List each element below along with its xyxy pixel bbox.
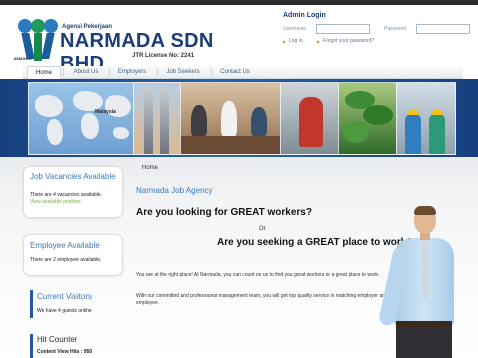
job-vacancies-box: Job Vacancies Available There are 4 vaca… (23, 166, 123, 218)
main-nav: Home About Us Employers Job Seekers Cont… (23, 66, 463, 79)
nav-divider (63, 68, 64, 76)
employee-available-box: Employee Available There are 2 employee … (23, 234, 123, 276)
breadcrumb[interactable]: Home (142, 165, 158, 171)
forgot-password-link[interactable]: Forgot your password? (323, 38, 374, 44)
password-input[interactable] (416, 24, 470, 34)
username-input[interactable] (316, 24, 370, 34)
employee-text: There are 2 employee available. (30, 257, 102, 263)
nav-home[interactable]: Home (27, 66, 61, 79)
people-logo-icon (18, 19, 58, 61)
vacancies-text: There are 4 vacancies available. (30, 192, 102, 198)
team-paragraph: With our committed and professional mana… (136, 293, 388, 306)
site-logo[interactable]: 698191-H Agensi Pekerjaan NARMADA SDN BH… (0, 5, 230, 75)
or-text: Or (259, 226, 266, 232)
world-map-image: Malaysia (28, 82, 135, 155)
counter-rule (30, 334, 33, 358)
view-positions-link[interactable]: View available position (30, 199, 81, 205)
construction-workers-image (396, 82, 456, 155)
employee-title: Employee Available (30, 241, 100, 250)
visitors-text: We have 4 guests online (37, 308, 92, 314)
vacancies-title: Job Vacancies Available (30, 172, 116, 181)
visitors-rule (30, 290, 33, 318)
nav-divider (211, 68, 212, 76)
login-link[interactable]: Log in (289, 38, 303, 44)
nav-about-us[interactable]: About Us (67, 67, 105, 77)
forgot-arrow-icon: ▶ (317, 39, 321, 44)
password-label: Password (384, 26, 406, 32)
businessman-image (377, 206, 462, 358)
registration-number: 698191-H (14, 56, 32, 61)
heading-workers: Are you looking for GREAT workers? (136, 207, 312, 218)
hit-counter-text: Content View Hits : 950 (37, 349, 93, 355)
nav-contact-us[interactable]: Contact Us (215, 67, 255, 77)
hit-counter-title: Hit Counter (37, 335, 78, 344)
hero-banner: Malaysia (0, 79, 478, 157)
intro-paragraph: You are at the right place! At Narmada, … (136, 272, 380, 278)
nav-divider (109, 68, 110, 76)
nav-employers[interactable]: Employers (113, 67, 151, 77)
visitors-title: Current Visitors (37, 292, 92, 301)
twin-towers-image (133, 82, 182, 155)
admin-login-panel: Admin Login Username Password ▶ Log in ▶… (280, 10, 476, 50)
login-arrow-icon: ▶ (283, 39, 287, 44)
office-workers-image (180, 82, 282, 155)
license-number: JTR License No: 2241 (132, 53, 195, 59)
factory-worker-image (280, 82, 340, 155)
nav-divider (157, 68, 158, 76)
nav-job-seekers[interactable]: Job Seekers (161, 67, 205, 77)
page-title: Narmada Job Agency (136, 186, 213, 195)
map-country-label: Malaysia (95, 109, 116, 115)
username-label: Username (283, 26, 307, 32)
login-title: Admin Login (283, 12, 326, 19)
plantation-image (338, 82, 398, 155)
